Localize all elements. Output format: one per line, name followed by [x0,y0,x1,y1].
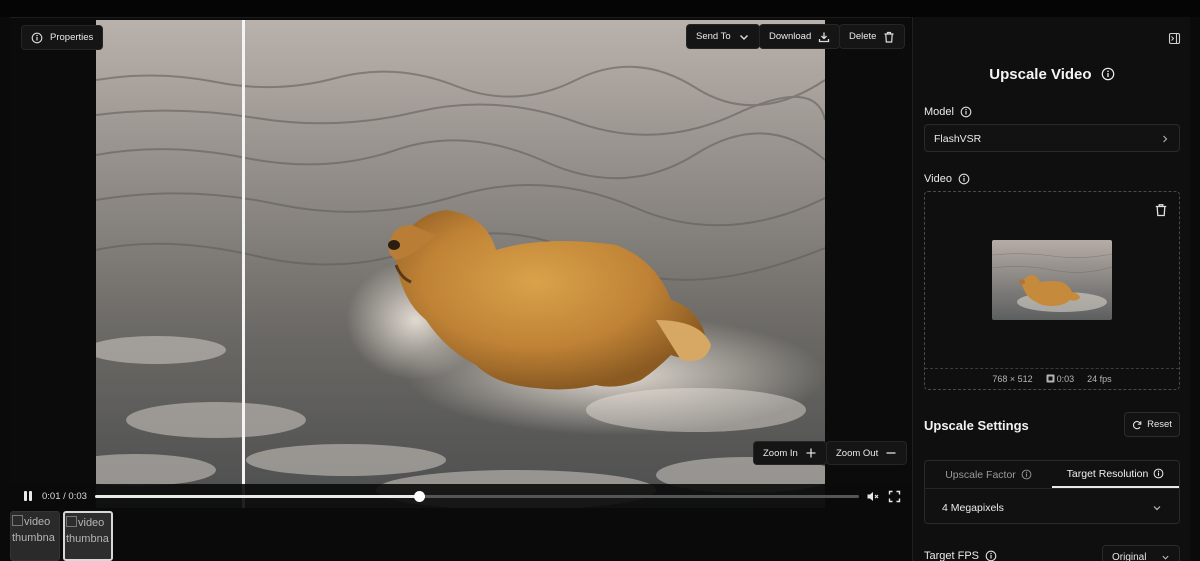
tab-label: Target Resolution [1066,467,1149,480]
chevron-down-icon [739,34,748,40]
zoom-in-button[interactable]: Zoom In [753,441,827,465]
thumbnail-2[interactable]: video thumbna [63,511,113,561]
player-controls: 0:01 / 0:03 [10,484,911,509]
properties-label: Properties [50,32,94,43]
properties-button[interactable]: Properties [21,25,104,50]
chevron-down-icon [1162,555,1169,560]
tab-label: Upscale Factor [945,468,1016,481]
info-circle-icon [1021,469,1032,480]
chevron-down-icon [1153,506,1161,511]
broken-image-icon [66,516,77,527]
video-label-text: Video [924,173,952,185]
model-label-text: Model [924,106,954,118]
zoom-out-button[interactable]: Zoom Out [826,441,908,465]
target-fps-select[interactable]: Original [1102,545,1180,561]
trash-icon [884,31,894,43]
minus-icon [886,452,896,454]
delete-label: Delete [849,31,877,42]
model-label: Model [924,106,972,118]
film-icon [1046,374,1055,383]
tab-upscale-factor[interactable]: Upscale Factor [925,461,1052,488]
target-fps-label: Target FPS [924,550,997,561]
download-label: Download [769,31,812,42]
seek-progress [95,495,419,498]
zoom-out-label: Zoom Out [836,447,879,459]
info-circle-icon[interactable] [960,106,972,118]
video-duration: 0:03 [1056,374,1075,384]
top-strip [0,0,1200,17]
panel-collapse-icon[interactable] [1168,32,1181,45]
send-to-button[interactable]: Send To [686,24,760,49]
mute-icon[interactable] [866,490,879,503]
reset-label: Reset [1147,419,1172,430]
video-preview-thumbnail [992,240,1112,320]
panel-title: Upscale Video [913,66,1191,83]
zoom-in-label: Zoom In [763,447,798,459]
target-fps-value: Original [1112,552,1147,561]
video-viewer: Properties Send To Download Delete Zoom … [10,17,911,509]
info-circle-icon [1153,468,1164,479]
upscale-settings-title: Upscale Settings [924,418,1029,433]
video-fps: 24 fps [1087,374,1112,384]
info-circle-icon[interactable] [958,173,970,185]
broken-image-icon [12,515,23,526]
thumbnail-strip: video thumbna video thumbna [10,511,113,561]
download-button[interactable]: Download [759,24,841,49]
trash-icon[interactable] [1154,203,1168,217]
model-select[interactable]: FlashVSR [924,124,1180,152]
info-circle-icon[interactable] [985,550,997,561]
panel-title-text: Upscale Video [989,66,1092,83]
model-value: FlashVSR [934,133,982,145]
delete-button[interactable]: Delete [839,24,906,49]
beach-dog-video [96,20,825,508]
upscale-mode-tabs: Upscale Factor Target Resolution [925,461,1179,489]
reset-button[interactable]: Reset [1124,412,1180,437]
video-metadata: 768 × 512 0:03 24 fps [925,368,1179,389]
video-duration-group: 0:03 [1046,374,1075,384]
pause-icon[interactable] [22,490,34,502]
target-resolution-value: 4 Megapixels [942,502,1004,514]
seek-bar[interactable] [95,491,859,502]
upscale-panel: Upscale Video Model FlashVSR Video 768 ×… [912,17,1190,561]
download-icon [819,32,830,42]
info-circle-icon [31,32,43,43]
video-dropzone[interactable]: 768 × 512 0:03 24 fps [924,191,1180,390]
thumbnail-1[interactable]: video thumbna [10,511,60,561]
target-resolution-select[interactable]: 4 Megapixels [925,490,1179,524]
fullscreen-icon[interactable] [888,490,901,503]
app-window: Properties Send To Download Delete Zoom … [0,0,1200,561]
video-frame[interactable] [96,20,825,508]
compare-split-line[interactable] [241,20,245,508]
info-circle-icon[interactable] [1101,67,1115,81]
chevron-right-icon [1163,135,1168,143]
target-fps-label-text: Target FPS [924,550,980,561]
time-display: 0:01 / 0:03 [42,491,87,502]
upscale-mode-box: Upscale Factor Target Resolution 4 Megap… [924,460,1180,524]
seek-handle[interactable] [413,491,425,502]
video-dimensions: 768 × 512 [992,374,1033,384]
tab-target-resolution[interactable]: Target Resolution [1052,461,1179,488]
plus-icon [806,448,816,458]
send-to-label: Send To [696,31,731,42]
refresh-icon [1133,420,1142,429]
video-label: Video [924,173,970,185]
